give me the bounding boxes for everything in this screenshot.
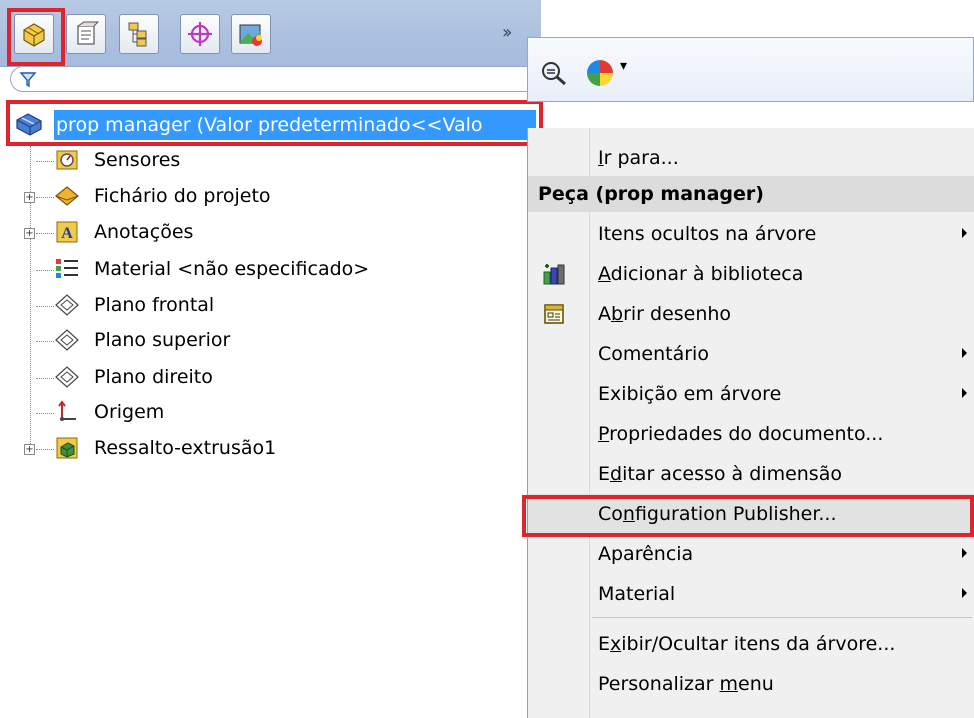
menu-item-open-drawing[interactable]: Abrir desenho — [528, 294, 974, 334]
menu-item-label: Aparência — [598, 543, 694, 565]
svg-text:A: A — [61, 225, 73, 242]
menu-item-tree-display[interactable]: Exibição em árvore — [528, 374, 974, 414]
appearance-icon[interactable] — [584, 58, 616, 88]
menu-item-add-to-library[interactable]: Adicionar à biblioteca — [528, 254, 974, 294]
property-manager-icon — [77, 21, 100, 45]
plane-icon — [52, 364, 82, 390]
tree-item-label: Plano superior — [94, 329, 231, 351]
tree-item-label: Anotações — [94, 221, 194, 243]
expand-toggle-icon[interactable]: + — [24, 444, 35, 455]
expand-panel-chevron-icon[interactable]: ›› — [502, 22, 513, 43]
appearance-dropdown-arrow-icon[interactable]: ▾ — [620, 58, 627, 74]
dimxpert-icon — [188, 22, 212, 46]
menu-item-hidden-tree-items[interactable]: Itens ocultos na árvore — [528, 214, 974, 254]
open-drawing-icon — [542, 302, 566, 326]
menu-item-document-properties[interactable]: Propriedades do documento... — [528, 414, 974, 454]
manager-tab-bar: ›› — [0, 0, 541, 67]
menu-item-appearance[interactable]: Aparência — [528, 534, 974, 574]
menu-item-goto[interactable]: Ir para... — [528, 138, 974, 178]
design-binder-icon — [52, 183, 82, 209]
tree-item[interactable]: Plano frontal — [0, 287, 540, 323]
tab-configuration-manager[interactable] — [119, 14, 159, 54]
tree-item[interactable]: + Fichário do projeto — [0, 178, 540, 214]
menu-item-label: Comentário — [598, 343, 709, 365]
part-name-label[interactable]: prop manager (Valor predeterminado<<Valo — [54, 110, 536, 140]
add-to-library-icon — [542, 262, 566, 286]
tree-item[interactable]: Material <não especificado> — [0, 251, 540, 287]
menu-header-label: Peça (prop manager) — [538, 183, 764, 205]
menu-item-label: Exibição em árvore — [598, 383, 782, 405]
menu-item-configuration-publisher[interactable]: Configuration Publisher... — [528, 494, 974, 534]
context-menu: Ir para... Peça (prop manager) Itens ocult… — [527, 128, 974, 718]
menu-item-label: Propriedades do documento... — [598, 423, 884, 445]
plane-icon — [52, 292, 82, 318]
annotations-icon: A — [52, 219, 82, 245]
tree-item-label: Ressalto-extrusão1 — [94, 437, 277, 459]
menu-item-material[interactable]: Material — [528, 574, 974, 614]
menu-item-label: Exibir/Ocultar itens da árvore... — [598, 633, 896, 655]
menu-item-label: Material — [598, 583, 676, 605]
submenu-arrow-icon — [962, 388, 967, 398]
menu-item-edit-dimension-access[interactable]: Editar acesso à dimensão — [528, 454, 974, 494]
material-icon — [52, 256, 82, 282]
tree-item[interactable]: Plano superior — [0, 322, 540, 358]
menu-item-label: Configuration Publisher... — [598, 503, 837, 525]
menu-item-label: Adicionar à biblioteca — [598, 263, 804, 285]
expand-toggle-icon[interactable]: + — [24, 228, 35, 239]
menu-item-comment[interactable]: Comentário — [528, 334, 974, 374]
configuration-icon — [128, 22, 147, 47]
menu-item-label: Ir para... — [598, 147, 679, 169]
submenu-arrow-icon — [962, 228, 967, 238]
menu-item-label: Editar acesso à dimensão — [598, 463, 842, 485]
tree-item-label: Material <não especificado> — [94, 258, 370, 280]
filter-icon[interactable] — [19, 70, 37, 88]
tab-dimxpert-manager[interactable] — [180, 14, 220, 54]
tab-property-manager[interactable] — [66, 14, 106, 54]
tree-item[interactable]: Origem — [0, 394, 540, 430]
submenu-arrow-icon — [962, 348, 967, 358]
menu-item-label: Abrir desenho — [598, 303, 732, 325]
zoom-to-selection-icon[interactable] — [540, 60, 568, 86]
tree-root-part[interactable]: prop manager (Valor predeterminado<<Valo — [10, 104, 542, 146]
menu-item-customize-menu[interactable]: Personalizar menu — [528, 664, 974, 704]
extrude-icon — [52, 435, 82, 461]
tree-item[interactable]: + Ressalto-extrusão1 — [0, 430, 540, 466]
tree-filter-input[interactable] — [10, 66, 550, 92]
tree-item-label: Sensores — [94, 149, 181, 171]
feature-tree-icon — [23, 23, 45, 47]
tree-item-label: Plano direito — [94, 366, 213, 388]
tab-feature-manager[interactable] — [14, 14, 54, 54]
tab-display-manager[interactable] — [231, 14, 271, 54]
sensor-icon — [52, 147, 82, 173]
feature-manager-panel: ›› prop manager (Valor predeterminado<<V… — [0, 0, 550, 466]
tree-item[interactable]: Plano direito — [0, 359, 540, 395]
display-manager-icon — [239, 24, 262, 46]
submenu-arrow-icon — [962, 588, 967, 598]
tree-item-label: Plano frontal — [94, 294, 215, 316]
menu-item-label: Personalizar menu — [598, 673, 774, 695]
tree-item-label: Fichário do projeto — [94, 185, 271, 207]
submenu-arrow-icon — [962, 548, 967, 558]
part-icon — [16, 113, 42, 136]
context-toolbar: ▾ — [527, 37, 974, 102]
plane-icon — [52, 327, 82, 353]
menu-separator — [592, 617, 972, 618]
menu-section-header: Peça (prop manager) — [528, 176, 974, 212]
origin-icon — [52, 399, 82, 425]
tree-item[interactable]: + A Anotações — [0, 214, 540, 250]
expand-toggle-icon[interactable]: + — [24, 192, 35, 203]
menu-item-show-hide-tree-items[interactable]: Exibir/Ocultar itens da árvore... — [528, 624, 974, 664]
tree-item-label: Origem — [94, 401, 165, 423]
tree-item[interactable]: Sensores — [0, 142, 540, 178]
menu-item-label: Itens ocultos na árvore — [598, 223, 817, 245]
